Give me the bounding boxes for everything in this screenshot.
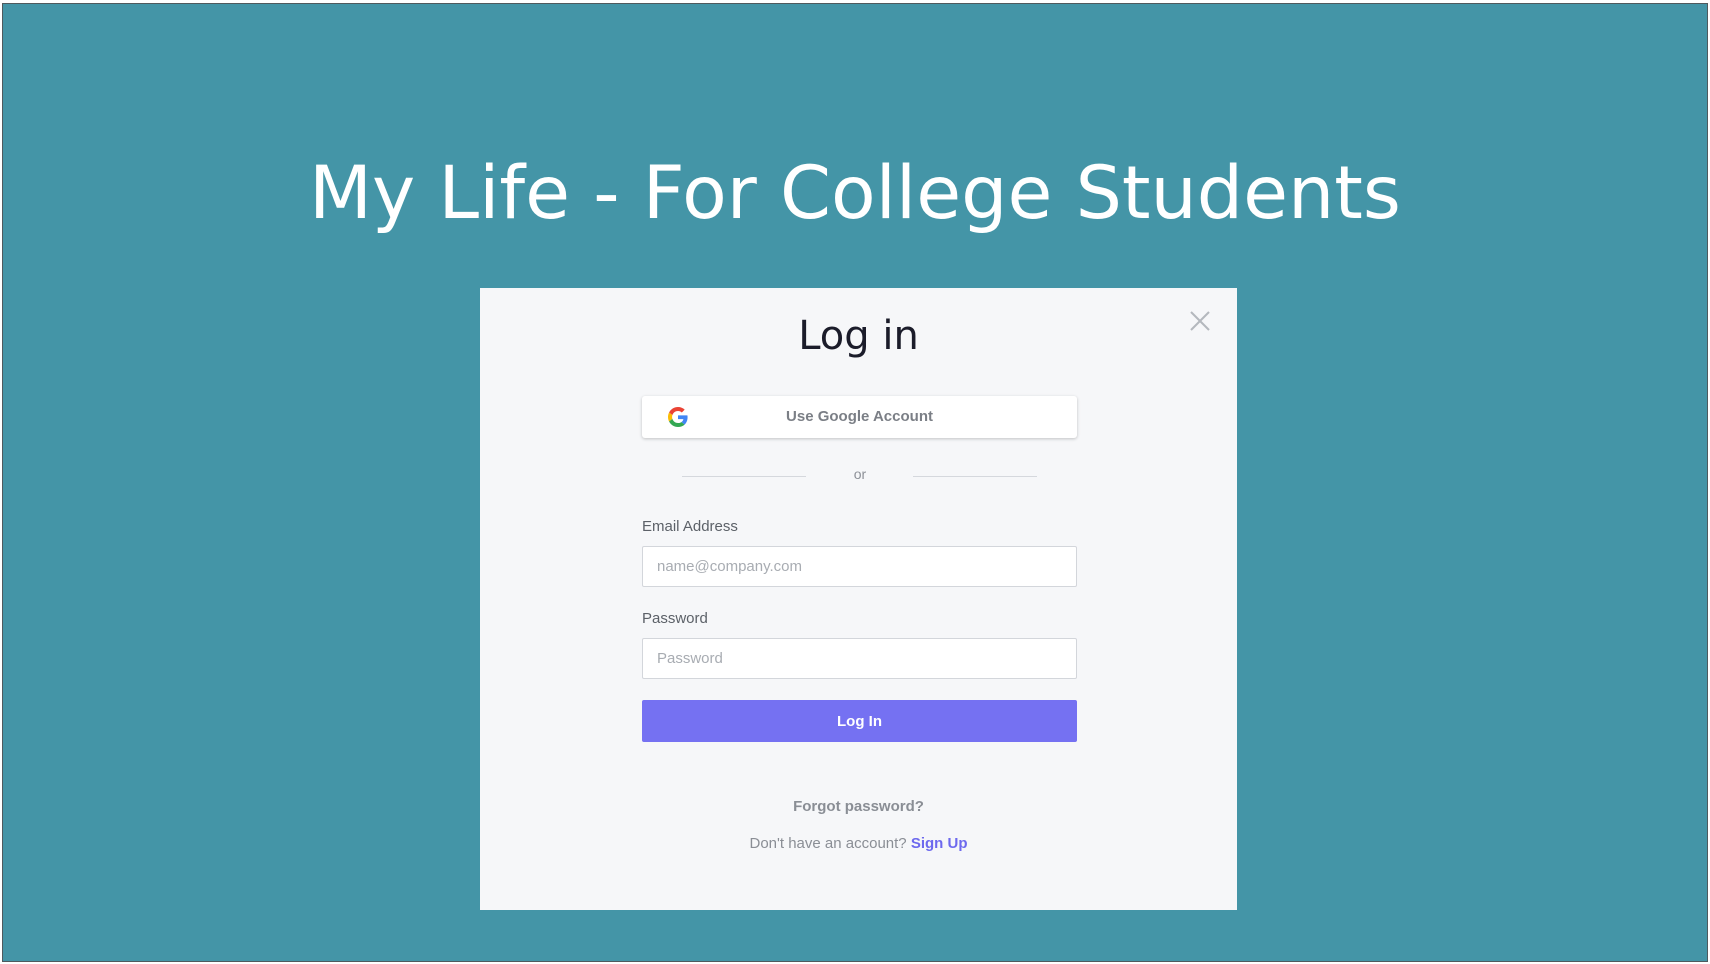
google-button-label: Use Google Account — [786, 408, 933, 425]
login-modal: Log in Use Google Account or Email Addre… — [480, 288, 1237, 910]
divider-or: or — [853, 466, 867, 482]
slide-title: My Life - For College Students — [309, 151, 1401, 236]
login-button[interactable]: Log In — [642, 700, 1077, 742]
password-label: Password — [642, 610, 708, 627]
close-icon[interactable] — [1185, 306, 1215, 336]
signup-link[interactable]: Sign Up — [911, 835, 968, 852]
google-signin-button[interactable]: Use Google Account — [642, 396, 1077, 438]
slide-background: My Life - For College Students Log in Us… — [2, 3, 1708, 962]
password-field[interactable] — [642, 638, 1077, 679]
forgot-password-link[interactable]: Forgot password? — [480, 798, 1237, 815]
signup-row: Don't have an account? Sign Up — [480, 835, 1237, 852]
divider-line-left — [682, 476, 806, 477]
divider-line-right — [913, 476, 1037, 477]
modal-title: Log in — [798, 313, 919, 359]
signup-prompt: Don't have an account? — [749, 835, 907, 852]
email-label: Email Address — [642, 518, 738, 535]
email-field[interactable] — [642, 546, 1077, 587]
